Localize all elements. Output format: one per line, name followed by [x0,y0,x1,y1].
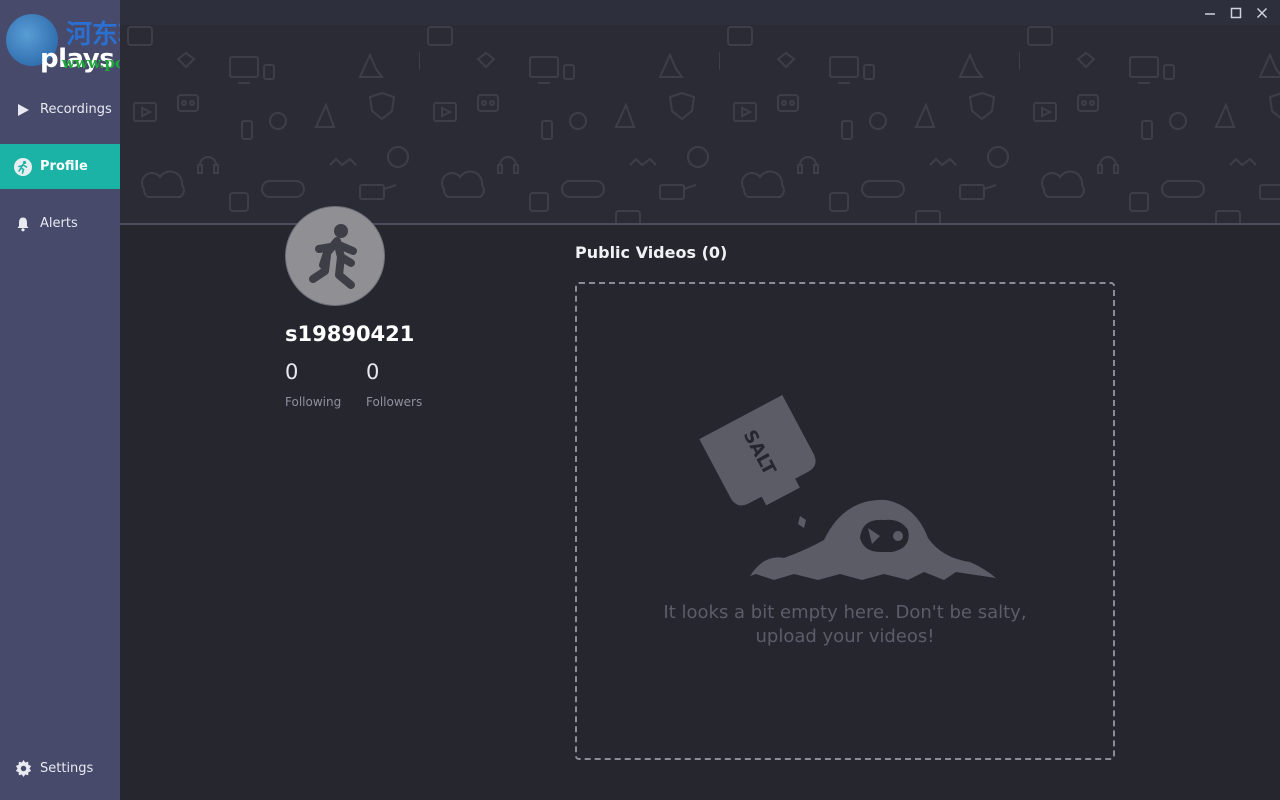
sidebar: plays 河东软件园 www.pc0359.cn Recordings Pro… [0,0,196,800]
sidebar-item-settings[interactable]: Settings [0,746,120,791]
avatar[interactable] [285,206,385,306]
salt-empty-illustration: SALT [699,394,996,580]
followers-label[interactable]: Followers [366,395,422,409]
runner-avatar-icon [309,224,357,289]
app-logo: plays 河东软件园 www.pc0359.cn [6,8,196,74]
banner-pattern [120,25,1280,223]
sidebar-item-label: Recordings [40,102,112,117]
sidebar-item-recordings[interactable]: Recordings [0,87,120,132]
maximize-button[interactable] [1226,3,1246,23]
sidebar-item-alerts[interactable]: Alerts [0,201,120,246]
minimize-button[interactable] [1200,3,1220,23]
public-videos-title: Public Videos (0) [575,243,728,262]
sidebar-item-label: Alerts [40,216,78,231]
close-button[interactable] [1252,3,1272,23]
runner-icon [14,157,32,176]
following-count[interactable]: 0 [285,360,298,384]
sidebar-item-label: Settings [40,761,94,776]
empty-state-line-2[interactable]: upload your videos! [625,625,1065,649]
title-bar [120,0,1280,25]
username: s19890421 [285,322,415,346]
profile-banner [120,25,1280,225]
following-label[interactable]: Following [285,395,341,409]
sidebar-item-profile[interactable]: Profile [0,144,120,189]
followers-count[interactable]: 0 [366,360,379,384]
bell-icon [14,215,32,233]
sidebar-item-label: Profile [40,159,88,174]
empty-state-line-1: It looks a bit empty here. Don't be salt… [663,602,1027,623]
play-icon [14,101,32,119]
empty-state-text: It looks a bit empty here. Don't be salt… [625,601,1065,649]
gear-icon [14,760,32,778]
